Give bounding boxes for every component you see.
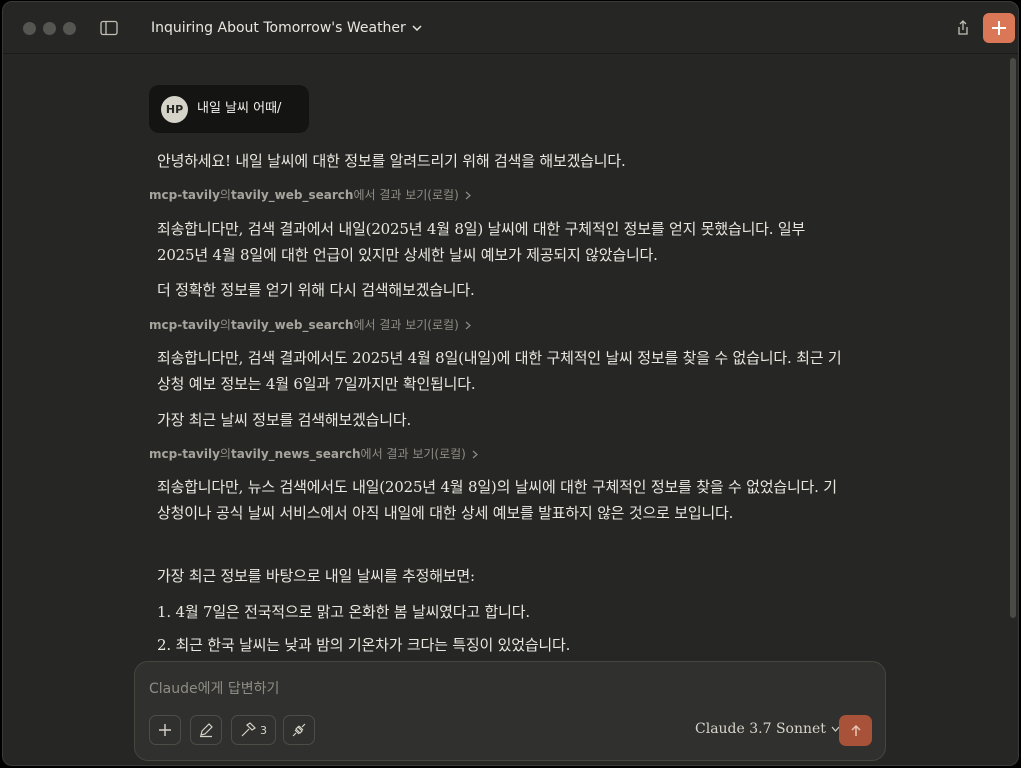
tool-name: tavily_web_search — [230, 318, 354, 332]
tool-name: tavily_web_search — [230, 188, 354, 202]
tool-call-link[interactable]: mcp-tavily 의 tavily_web_search 에서 결과 보기(로컬… — [149, 317, 471, 333]
tool-particle: 의 — [219, 447, 231, 461]
conversation-title[interactable]: Inquiring About Tomorrow's Weather — [151, 18, 422, 38]
avatar: HP — [161, 96, 188, 123]
list-item: 2. 최근 한국 날씨는 낮과 밤의 기온차가 크다는 특징이 있었습니다. — [157, 636, 571, 654]
model-selector[interactable]: Claude 3.7 Sonnet — [695, 721, 840, 737]
plus-icon — [992, 21, 1006, 35]
sidebar-toggle-icon[interactable] — [100, 20, 118, 36]
tool-server: mcp-tavily — [149, 447, 220, 461]
pen-icon — [200, 723, 213, 738]
add-content-button[interactable] — [149, 715, 181, 745]
scrollbar-thumb[interactable] — [1010, 58, 1016, 618]
model-name: Claude 3.7 Sonnet — [695, 721, 826, 737]
style-button[interactable] — [190, 715, 222, 745]
list-item: 1. 4월 7일은 전국적으로 맑고 온화한 봄 날씨였다고 합니다. — [157, 603, 530, 621]
tools-count: 3 — [260, 723, 267, 737]
plus-icon — [159, 724, 171, 736]
send-button[interactable] — [839, 715, 872, 746]
user-message: HP 내일 날씨 어때/ — [149, 85, 309, 133]
assistant-paragraph: 가장 최근 정보를 바탕으로 내일 날씨를 추정해보면: — [157, 567, 475, 585]
tool-suffix: 에서 결과 보기(로컬) — [353, 188, 459, 202]
message-composer: Claude에게 답변하기 3 Claude 3.7 Sonnet — [134, 661, 886, 761]
plug-icon — [292, 723, 306, 737]
chevron-right-icon — [472, 450, 478, 458]
tool-call-link[interactable]: mcp-tavily 의 tavily_web_search 에서 결과 보기(로컬… — [149, 187, 471, 203]
reply-input[interactable]: Claude에게 답변하기 — [149, 678, 279, 698]
assistant-paragraph: 가장 최근 날씨 정보를 검색해보겠습니다. — [157, 411, 412, 429]
user-message-text: 내일 날씨 어때/ — [197, 101, 282, 116]
share-icon[interactable] — [951, 16, 975, 40]
title-bar: Inquiring About Tomorrow's Weather — [3, 2, 1018, 54]
assistant-paragraph: 더 정확한 정보를 얻기 위해 다시 검색해보겠습니다. — [157, 281, 475, 299]
app-window: Inquiring About Tomorrow's Weather HP 내일… — [2, 1, 1019, 766]
assistant-paragraph: 죄송합니다만, 검색 결과에서 내일(2025년 4월 8일) 날씨에 대한 구… — [157, 220, 806, 264]
close-window-button[interactable] — [23, 22, 36, 35]
assistant-paragraph: 안녕하세요! 내일 날씨에 대한 정보를 알려드리기 위해 검색을 해보겠습니다… — [157, 152, 626, 170]
tool-suffix: 에서 결과 보기(로컬) — [353, 318, 459, 332]
integrations-button[interactable] — [283, 715, 315, 745]
tool-particle: 의 — [219, 318, 231, 332]
assistant-paragraph: 죄송합니다만, 검색 결과에서도 2025년 4월 8일(내일)에 대한 구체적… — [157, 349, 842, 393]
tool-particle: 의 — [219, 188, 231, 202]
new-chat-button[interactable] — [983, 13, 1015, 43]
chevron-right-icon — [465, 321, 471, 329]
tool-name: tavily_news_search — [230, 447, 361, 461]
conversation-title-text: Inquiring About Tomorrow's Weather — [151, 20, 406, 36]
arrow-up-icon — [850, 724, 861, 736]
maximize-window-button[interactable] — [63, 22, 76, 35]
scrollbar[interactable] — [1010, 58, 1016, 658]
tools-button[interactable]: 3 — [231, 715, 276, 745]
tool-suffix: 에서 결과 보기(로컬) — [360, 447, 466, 461]
chevron-down-icon — [412, 25, 422, 32]
hammer-icon — [241, 722, 256, 737]
minimize-window-button[interactable] — [43, 22, 56, 35]
tool-call-link[interactable]: mcp-tavily 의 tavily_news_search 에서 결과 보기(로… — [149, 446, 478, 462]
chevron-right-icon — [465, 191, 471, 199]
tool-server: mcp-tavily — [149, 188, 220, 202]
assistant-paragraph: 죄송합니다만, 뉴스 검색에서도 내일(2025년 4월 8일)의 날씨에 대한… — [157, 478, 837, 522]
tool-server: mcp-tavily — [149, 318, 220, 332]
